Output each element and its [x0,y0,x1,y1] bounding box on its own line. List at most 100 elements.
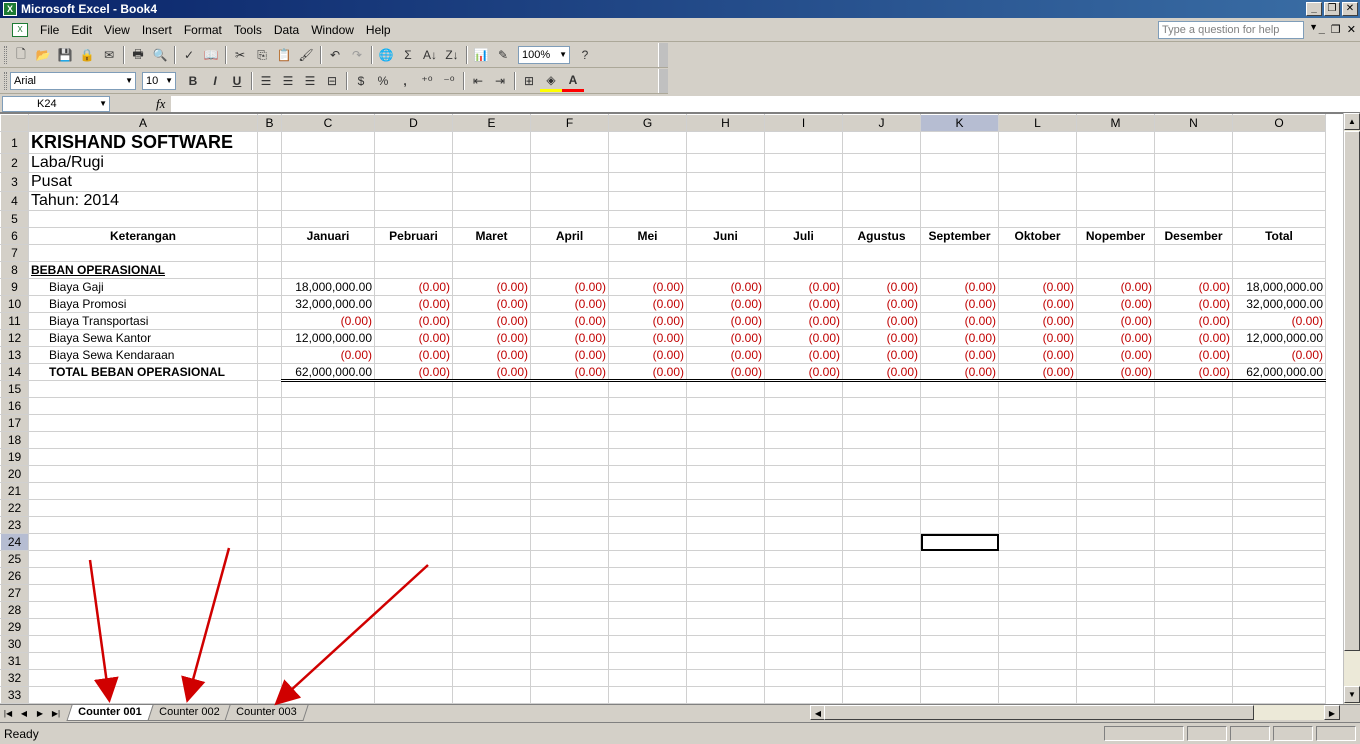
cell-m2[interactable] [1076,153,1155,173]
cell-l24[interactable] [998,533,1077,551]
cell-n1[interactable] [1154,131,1233,154]
cell-g23[interactable] [608,516,687,534]
cell-n32[interactable] [1154,669,1233,687]
save-icon[interactable]: 💾 [54,44,76,66]
cell-k19[interactable] [920,448,999,466]
cell-n15[interactable] [1154,380,1233,398]
cell-c2[interactable] [281,153,375,173]
cell-k1[interactable] [920,131,999,154]
decrease-decimal-icon[interactable]: ⁻⁰ [438,70,460,92]
column-header-b[interactable]: B [257,114,282,132]
cell-o5[interactable] [1232,210,1326,228]
cell-n29[interactable] [1154,618,1233,636]
menu-insert[interactable]: Insert [136,18,178,42]
cell-m28[interactable] [1076,601,1155,619]
cell-k16[interactable] [920,397,999,415]
cell-a13[interactable]: Biaya Sewa Kendaraan [28,346,258,364]
cell-m12[interactable]: (0.00) [1076,329,1155,347]
cell-e26[interactable] [452,567,531,585]
column-header-k[interactable]: K [920,114,999,132]
cell-i26[interactable] [764,567,843,585]
cell-j6[interactable]: Agustus [842,227,921,245]
bold-button[interactable]: B [182,70,204,92]
cell-l10[interactable]: (0.00) [998,295,1077,313]
column-header-h[interactable]: H [686,114,765,132]
cell-i1[interactable] [764,131,843,154]
cell-n6[interactable]: Desember [1154,227,1233,245]
cell-g16[interactable] [608,397,687,415]
cell-j28[interactable] [842,601,921,619]
cell-k26[interactable] [920,567,999,585]
cell-e20[interactable] [452,465,531,483]
active-cell-k24[interactable] [920,533,999,551]
cell-b28[interactable] [257,601,282,619]
row-header-23[interactable]: 23 [0,516,29,534]
doc-close-button[interactable]: ✕ [1347,23,1356,36]
cell-i10[interactable]: (0.00) [764,295,843,313]
cell-d14[interactable]: (0.00) [374,363,453,382]
cell-k11[interactable]: (0.00) [920,312,999,330]
cell-d33[interactable] [374,686,453,704]
cell-d28[interactable] [374,601,453,619]
cell-i6[interactable]: Juli [764,227,843,245]
cell-d21[interactable] [374,482,453,500]
row-header-8[interactable]: 8 [0,261,29,279]
cell-g1[interactable] [608,131,687,154]
cell-j3[interactable] [842,172,921,192]
increase-decimal-icon[interactable]: ⁺⁰ [416,70,438,92]
sheet-tab-counter-002[interactable]: Counter 002 [146,705,231,721]
cell-j11[interactable]: (0.00) [842,312,921,330]
cell-g7[interactable] [608,244,687,262]
cell-i16[interactable] [764,397,843,415]
cell-h6[interactable]: Juni [686,227,765,245]
cell-m25[interactable] [1076,550,1155,568]
cell-l23[interactable] [998,516,1077,534]
chevron-down-icon[interactable]: ▼ [99,97,107,111]
cell-b24[interactable] [257,533,282,551]
align-left-icon[interactable]: ☰ [255,70,277,92]
cell-o3[interactable] [1232,172,1326,192]
cell-g33[interactable] [608,686,687,704]
cell-h19[interactable] [686,448,765,466]
row-header-4[interactable]: 4 [0,191,29,211]
scroll-up-icon[interactable]: ▲ [1344,113,1360,130]
cell-b9[interactable] [257,278,282,296]
cell-h8[interactable] [686,261,765,279]
cell-o11[interactable]: (0.00) [1232,312,1326,330]
cell-d11[interactable]: (0.00) [374,312,453,330]
cell-g10[interactable]: (0.00) [608,295,687,313]
cell-e3[interactable] [452,172,531,192]
cell-m9[interactable]: (0.00) [1076,278,1155,296]
minimize-button[interactable]: _ [1306,2,1322,16]
menu-file[interactable]: File [34,18,65,42]
align-center-icon[interactable]: ☰ [277,70,299,92]
cell-a25[interactable] [28,550,258,568]
cell-f12[interactable]: (0.00) [530,329,609,347]
cell-e6[interactable]: Maret [452,227,531,245]
cell-f14[interactable]: (0.00) [530,363,609,382]
cell-d30[interactable] [374,635,453,653]
row-header-17[interactable]: 17 [0,414,29,432]
cell-b10[interactable] [257,295,282,313]
cell-l26[interactable] [998,567,1077,585]
cell-d17[interactable] [374,414,453,432]
cell-h25[interactable] [686,550,765,568]
cell-f27[interactable] [530,584,609,602]
column-header-j[interactable]: J [842,114,921,132]
cell-m20[interactable] [1076,465,1155,483]
cell-k14[interactable]: (0.00) [920,363,999,382]
cell-g27[interactable] [608,584,687,602]
cell-g21[interactable] [608,482,687,500]
column-header-l[interactable]: L [998,114,1077,132]
cell-j27[interactable] [842,584,921,602]
cell-l1[interactable] [998,131,1077,154]
cell-j22[interactable] [842,499,921,517]
cell-i18[interactable] [764,431,843,449]
cell-b14[interactable] [257,363,282,381]
cell-l4[interactable] [998,191,1077,211]
cell-c23[interactable] [281,516,375,534]
cell-k21[interactable] [920,482,999,500]
cell-e18[interactable] [452,431,531,449]
cell-o22[interactable] [1232,499,1326,517]
cell-l6[interactable]: Oktober [998,227,1077,245]
